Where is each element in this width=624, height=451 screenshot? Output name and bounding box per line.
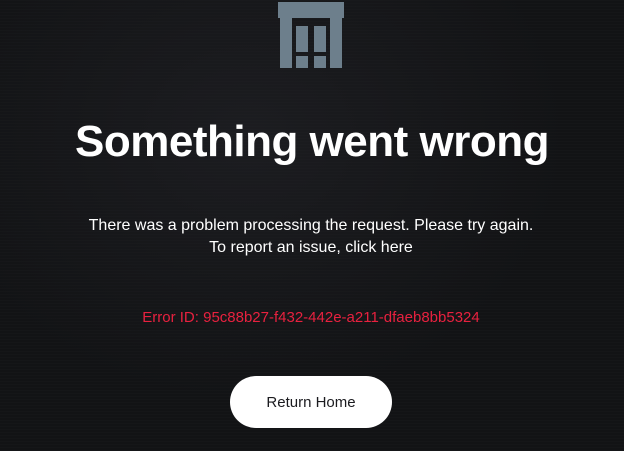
return-home-button[interactable]: Return Home xyxy=(230,376,392,428)
message-line: There was a problem processing the reque… xyxy=(88,217,534,234)
report-line: To report an issue, click here xyxy=(0,237,622,259)
report-prefix: To report an issue, xyxy=(209,239,346,256)
brand-logo-icon xyxy=(278,2,344,68)
report-issue-link[interactable]: click here xyxy=(345,239,413,256)
page-title: Something went wrong xyxy=(75,117,549,166)
error-page: Something went wrong There was a problem… xyxy=(0,0,624,451)
error-message: There was a problem processing the reque… xyxy=(0,215,622,259)
error-id: Error ID: 95c88b27-f432-442e-a211-dfaeb8… xyxy=(142,309,480,326)
